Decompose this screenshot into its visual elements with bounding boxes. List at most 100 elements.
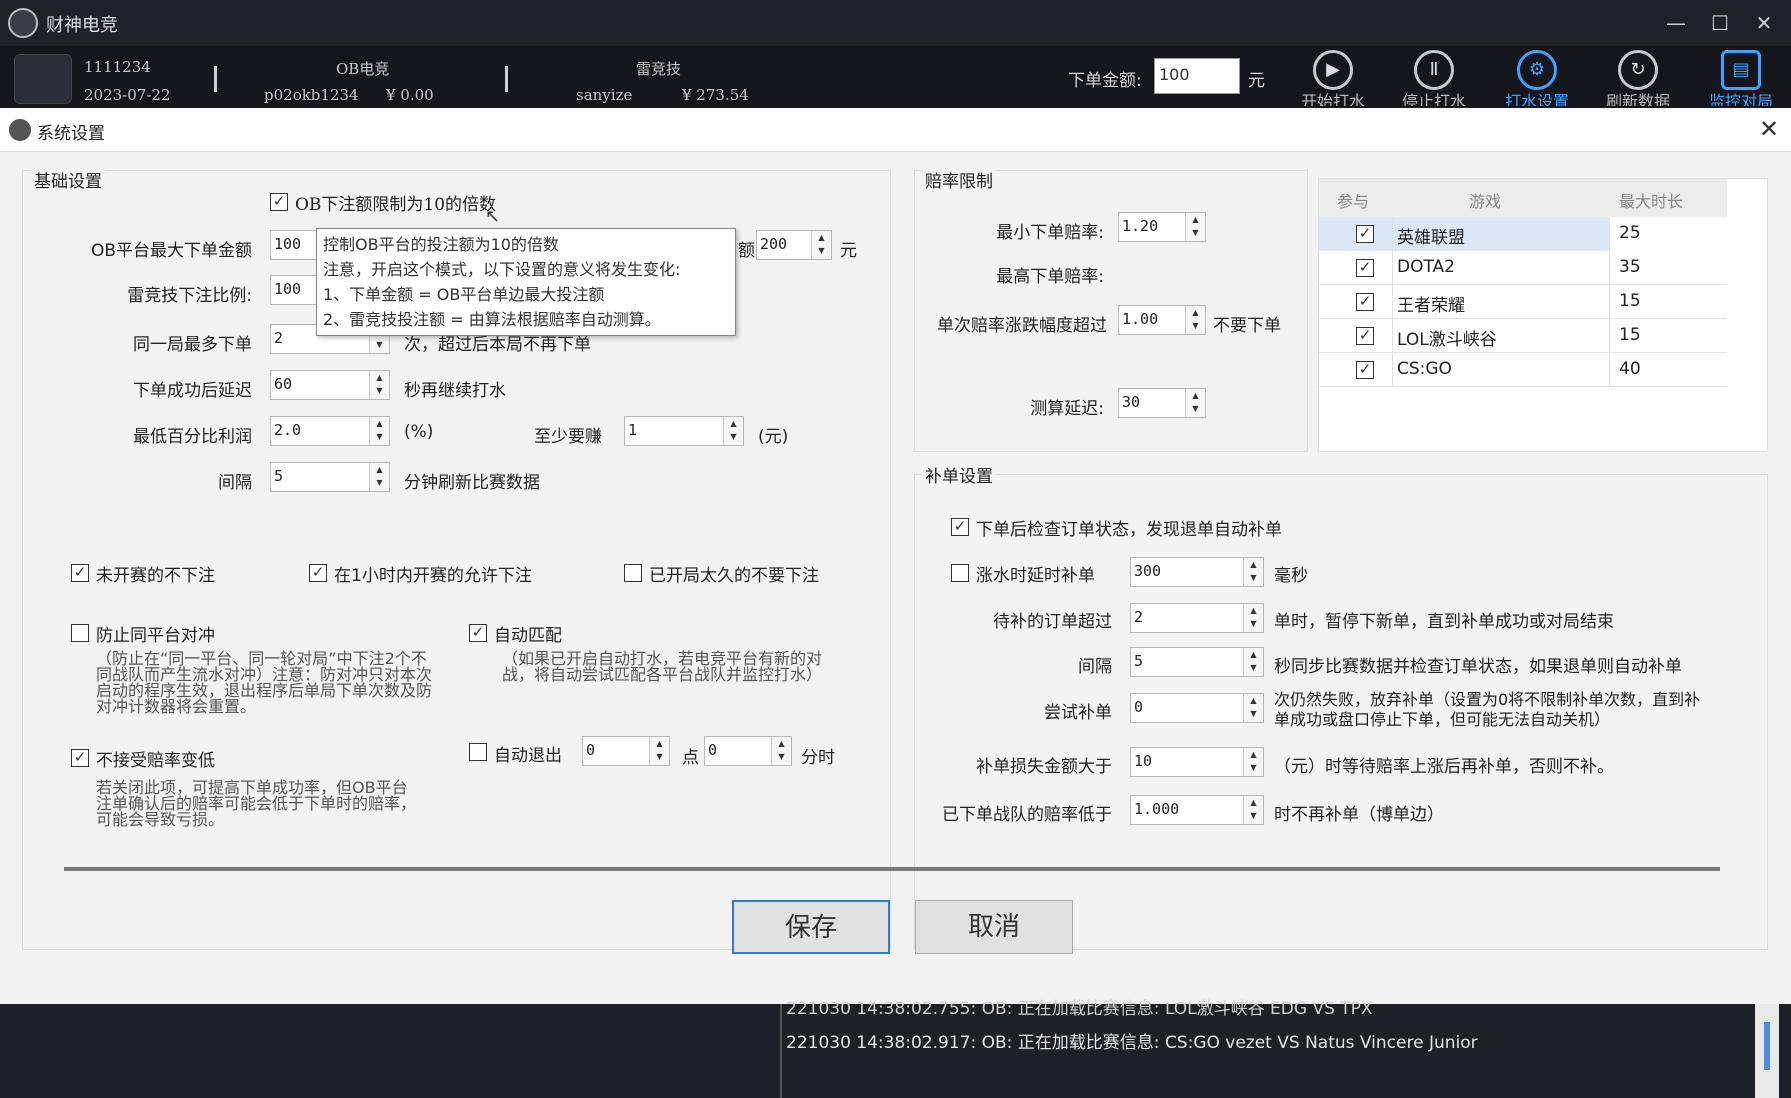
odds-below-suffix: 时不再补单（博单边）: [1274, 805, 1444, 825]
pending-label: 待补的订单超过: [993, 612, 1112, 632]
table-row[interactable]: ✓ DOTA2 35: [1319, 251, 1727, 285]
start-label: 开始打水: [1300, 92, 1365, 106]
row-checkbox[interactable]: ✓: [1356, 293, 1374, 311]
table-row[interactable]: ✓ CS:GO 40: [1319, 353, 1727, 387]
retry-label: 尝试补单: [1044, 703, 1112, 723]
loss-input[interactable]: 10 ▲ ▼: [1130, 747, 1264, 777]
platform2-account: sanyize: [576, 86, 633, 104]
min-earn-label: 至少要赚: [534, 427, 602, 447]
row-checkbox[interactable]: ✓: [1356, 259, 1374, 277]
platform2-name: 雷竞技: [636, 60, 682, 78]
dialog-close-button[interactable]: ✕: [1754, 114, 1784, 144]
game-name: CS:GO: [1397, 359, 1452, 379]
row-checkbox[interactable]: ✓: [1356, 361, 1374, 379]
not-started-checkbox[interactable]: ✓: [71, 564, 89, 582]
min-profit-input[interactable]: 2.0 ▲ ▼: [270, 416, 390, 446]
maximize-button[interactable]: ☐: [1700, 6, 1740, 40]
table-row[interactable]: ✓ LOL激斗峡谷 15: [1319, 319, 1727, 353]
minimize-button[interactable]: —: [1656, 6, 1696, 40]
game-name: DOTA2: [1397, 257, 1455, 277]
refresh-button[interactable]: ↻ 刷新数据: [1597, 50, 1679, 108]
auto-exit-hour-input[interactable]: 0 ▲ ▼: [582, 736, 670, 766]
game-max: 15: [1619, 291, 1641, 311]
odds-change-input[interactable]: 1.00 ▲ ▼: [1118, 305, 1206, 335]
cell-divider: [1392, 251, 1393, 285]
prevent-hedge-checkbox[interactable]: [71, 624, 89, 642]
within-hour-label: 在1小时内开赛的允许下注: [334, 566, 532, 586]
ob-max-input[interactable]: 100: [270, 230, 320, 260]
amount-label: 下单金额:: [1068, 71, 1142, 91]
delay-input[interactable]: 60 ▲ ▼: [270, 370, 390, 400]
no-odds-drop-checkbox[interactable]: ✓: [71, 749, 89, 767]
amount-unit: 元: [1248, 71, 1265, 91]
auto-exit-suffix: 分时: [801, 748, 835, 768]
cancel-button[interactable]: 取消: [915, 900, 1073, 954]
interval-input[interactable]: 5 ▲ ▼: [270, 462, 390, 492]
ob-multiple-label: OB下注额限制为10的倍数: [295, 195, 497, 215]
table-row[interactable]: ✓ 王者荣耀 15: [1319, 285, 1727, 319]
pending-input[interactable]: 2 ▲ ▼: [1130, 603, 1264, 633]
tooltip-line: 2、雷竞技投注额 = 由算法根据赔率自动测算。: [323, 310, 661, 329]
max-amount-right-input[interactable]: 200 ▲ ▼: [756, 230, 832, 260]
within-hour-checkbox[interactable]: ✓: [309, 564, 327, 582]
auto-match-hint: （如果已开启自动打水，若电竞平台有新的对战，将自动尝试匹配各平台战队并监控打水）: [502, 649, 823, 684]
games-table: 参与 游戏 最大时长 ✓ 英雄联盟 25 ✓ DOTA2 35 ✓ 王者荣耀 1…: [1318, 178, 1768, 452]
settings-button[interactable]: ⚙ 打水设置: [1496, 50, 1578, 108]
ob-multiple-checkbox[interactable]: ✓: [270, 193, 288, 211]
save-button[interactable]: 保存: [732, 900, 890, 954]
row-checkbox[interactable]: ✓: [1356, 225, 1374, 243]
platform2-balance: ¥ 273.54: [682, 86, 749, 104]
dialog-title-bar: 系统设置 ✕: [0, 108, 1791, 152]
settings-label: 打水设置: [1504, 92, 1569, 106]
auto-exit-checkbox[interactable]: [469, 743, 487, 761]
game-max: 35: [1619, 257, 1641, 277]
calc-delay-label: 测算延迟:: [1030, 399, 1104, 419]
no-odds-drop-hint: 若关闭此项，可提高下单成功率，但OB平台注单确认后的赔率可能会低于下单时的赔率，…: [96, 778, 417, 829]
min-profit-label: 最低百分比利润: [133, 427, 252, 447]
tooltip-line: 1、下单金额 = OB平台单边最大投注额: [323, 285, 605, 304]
calc-delay-input[interactable]: 30 ▲ ▼: [1118, 388, 1206, 418]
rise-delay-checkbox[interactable]: [951, 564, 969, 582]
panel-splitter[interactable]: [780, 1004, 782, 1098]
started-long-checkbox[interactable]: [624, 564, 642, 582]
retry-input[interactable]: 0 ▲ ▼: [1130, 693, 1264, 723]
game-name: 英雄联盟: [1397, 228, 1465, 248]
min-earn-input[interactable]: 1 ▲ ▼: [624, 416, 744, 446]
auto-match-checkbox[interactable]: ✓: [469, 624, 487, 642]
rise-delay-input[interactable]: 300 ▲ ▼: [1130, 557, 1264, 587]
monitor-button[interactable]: ▤ 监控对局: [1700, 50, 1782, 108]
user-id: 1111234: [84, 58, 151, 76]
window-close-button[interactable]: ✕: [1744, 6, 1784, 40]
auto-match-label: 自动匹配: [494, 626, 562, 646]
row-checkbox[interactable]: ✓: [1356, 327, 1374, 345]
odds-change-suffix: 不要下单: [1213, 316, 1281, 336]
table-row[interactable]: ✓ 英雄联盟 25: [1319, 217, 1727, 251]
supp-interval-input[interactable]: 5 ▲ ▼: [1130, 647, 1264, 677]
auto-exit-min-input[interactable]: 0 ▲ ▼: [704, 736, 792, 766]
min-earn-unit: (元): [758, 427, 789, 447]
odds-below-label: 已下单战队的赔率低于: [942, 805, 1112, 825]
check-status-checkbox[interactable]: ✓: [951, 518, 969, 536]
stop-button[interactable]: Ⅱ 停止打水: [1393, 50, 1475, 108]
scrollbar-thumb[interactable]: [1764, 1022, 1770, 1070]
pending-suffix: 单时，暂停下新单，直到补单成功或对局结束: [1274, 612, 1614, 632]
lei-ratio-input[interactable]: 100: [270, 275, 320, 305]
odds-min-input[interactable]: 1.20 ▲ ▼: [1118, 212, 1206, 242]
cell-divider: [1609, 251, 1610, 285]
same-round-label: 同一局最多下单: [133, 335, 252, 355]
loss-label: 补单损失金额大于: [976, 757, 1112, 777]
odds-limit-title: 赔率限制: [922, 167, 996, 192]
prevent-hedge-hint: （防止在“同一平台、同一轮对局”中下注2个不同战队而产生流水对冲）注意：防对冲只…: [96, 649, 433, 716]
odds-below-input[interactable]: 1.000 ▲ ▼: [1130, 795, 1264, 825]
avatar: [14, 54, 72, 104]
dialog-title: 系统设置: [37, 124, 105, 144]
cell-divider: [1609, 319, 1610, 353]
supp-interval-label: 间隔: [1078, 657, 1112, 677]
start-button[interactable]: ▶ 开始打水: [1292, 50, 1374, 108]
lei-ratio-label: 雷竞技下注比例:: [127, 286, 252, 306]
game-max: 40: [1619, 359, 1641, 379]
game-name: LOL激斗峡谷: [1397, 330, 1497, 350]
cell-divider: [1609, 353, 1610, 387]
amount-input[interactable]: 100: [1154, 58, 1240, 94]
interval-suffix: 分钟刷新比赛数据: [404, 473, 540, 493]
